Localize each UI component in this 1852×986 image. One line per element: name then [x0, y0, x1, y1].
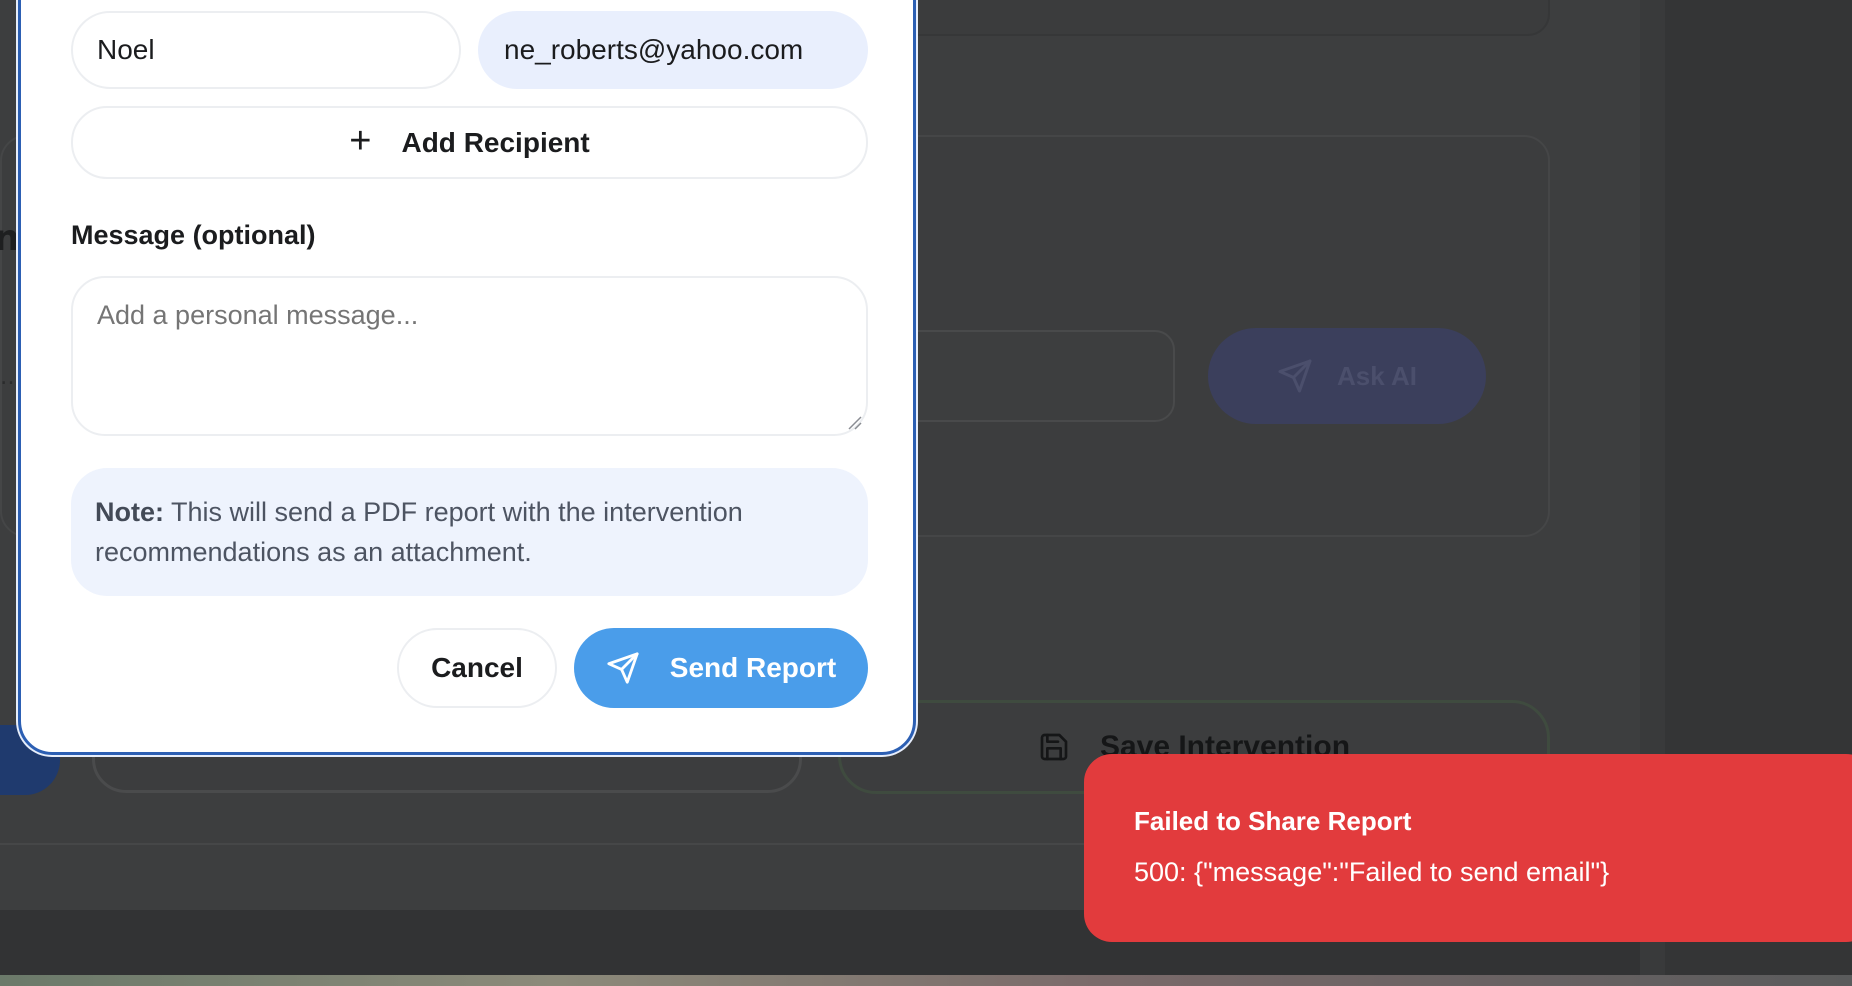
save-icon — [1040, 733, 1068, 761]
send-report-button[interactable]: Send Report — [574, 628, 868, 708]
resize-handle-icon[interactable] — [847, 415, 863, 431]
recipient-name-value: Noel — [97, 34, 155, 65]
send-report-label: Send Report — [669, 652, 837, 683]
error-toast[interactable]: Failed to Share Report 500: {"message":"… — [1084, 754, 1852, 942]
add-recipient-button[interactable]: + Add Recipient — [71, 106, 868, 179]
ask-ai-label: Ask AI — [1337, 360, 1417, 391]
plus-icon: + — [349, 119, 372, 162]
recipient-email-field[interactable]: ne_roberts@yahoo.com — [478, 11, 868, 89]
cancel-button[interactable]: Cancel — [397, 628, 557, 708]
background-top-card — [880, 0, 1550, 36]
ask-ai-button: Ask AI — [1208, 328, 1486, 424]
add-recipient-label: Add Recipient — [401, 126, 590, 158]
note-label: Note: — [95, 497, 164, 527]
cancel-label: Cancel — [431, 652, 523, 683]
recipient-name-field[interactable]: Noel — [71, 11, 461, 89]
recipient-email-value: ne_roberts@yahoo.com — [504, 34, 804, 65]
note-box: Note: This will send a PDF report with t… — [71, 468, 868, 596]
background-bottom-strip — [0, 975, 1852, 986]
send-icon — [607, 652, 639, 684]
toast-title: Failed to Share Report — [1134, 806, 1412, 836]
share-report-dialog: Noel ne_roberts@yahoo.com + Add Recipien… — [18, 0, 916, 755]
note-text: This will send a PDF report with the int… — [95, 497, 743, 567]
message-label: Message (optional) — [71, 220, 316, 250]
toast-message: 500: {"message":"Failed to send email"} — [1134, 857, 1610, 887]
message-textarea[interactable] — [71, 276, 868, 436]
background-ai-input — [880, 330, 1175, 422]
send-icon — [1278, 359, 1312, 393]
